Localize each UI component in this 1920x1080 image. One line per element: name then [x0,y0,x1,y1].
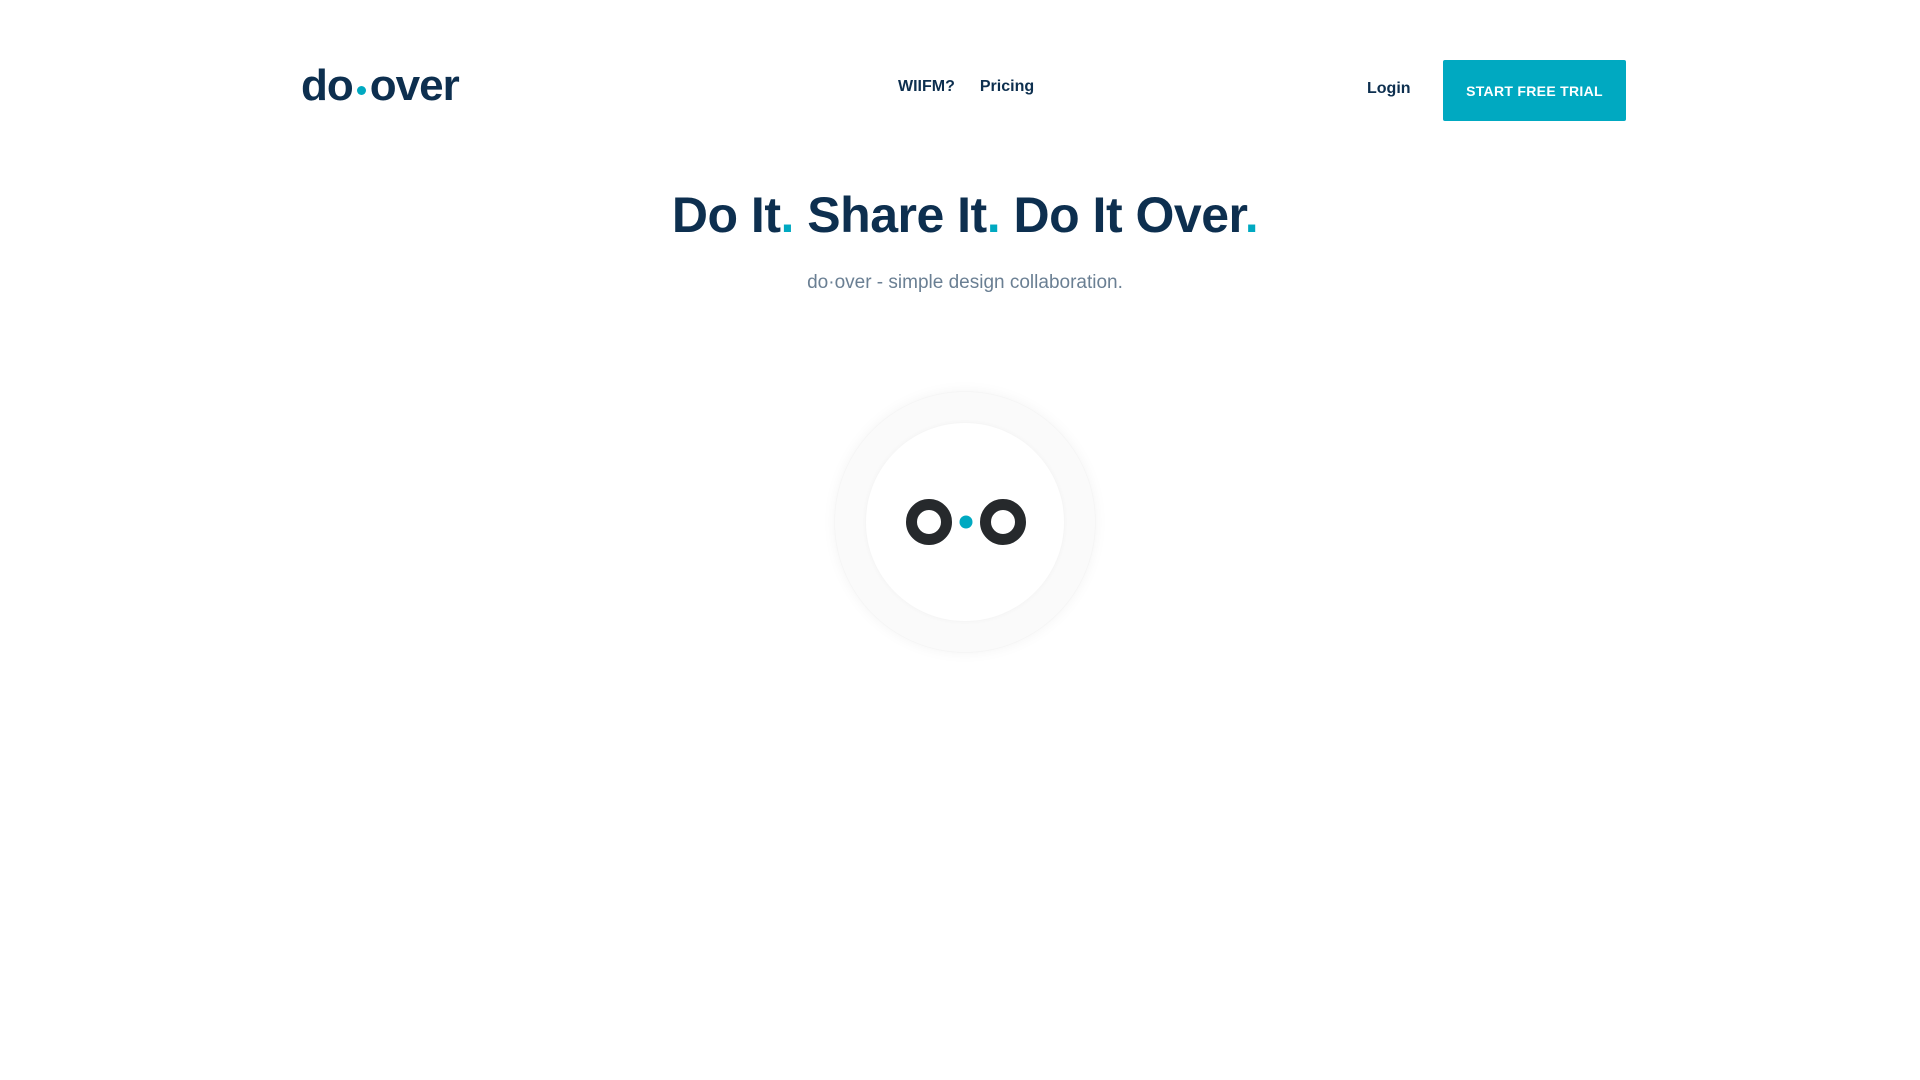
nav-item-wiifm[interactable]: WIIFM? [898,78,955,96]
logo-mark-left-ring [906,499,952,545]
logo-text-right: over [369,61,460,110]
headline-dot-3: . [1244,187,1259,243]
logo-text-left: do [301,61,354,110]
loading-spinner-inner [866,423,1064,621]
loading-spinner [835,392,1095,652]
login-link[interactable]: Login [1367,80,1411,98]
hero-headline: Do It. Share It. Do It Over. [0,186,1920,244]
logo-mark-center-dot [959,515,973,529]
main-nav: WIIFM? Pricing [898,78,1034,96]
headline-part-3: Do It Over [1013,187,1246,243]
headline-part-2: Share It [807,187,987,243]
headline-dot-2: . [986,187,1001,243]
headline-dot-1: . [780,187,794,243]
start-free-trial-button[interactable]: START FREE TRIAL [1443,60,1626,121]
logo-mark-right-ring [980,499,1026,545]
landing-page: do over WIIFM? Pricing Login START FREE … [0,0,1920,1080]
headline-part-1: Do It [671,187,781,243]
hero-subtitle: do·over - simple design collaboration. [807,272,1123,293]
doover-logo-mark-icon [906,499,1026,545]
logo-dot-icon [356,85,366,95]
brand-logo[interactable]: do over [301,61,460,110]
nav-item-pricing[interactable]: Pricing [980,78,1034,96]
